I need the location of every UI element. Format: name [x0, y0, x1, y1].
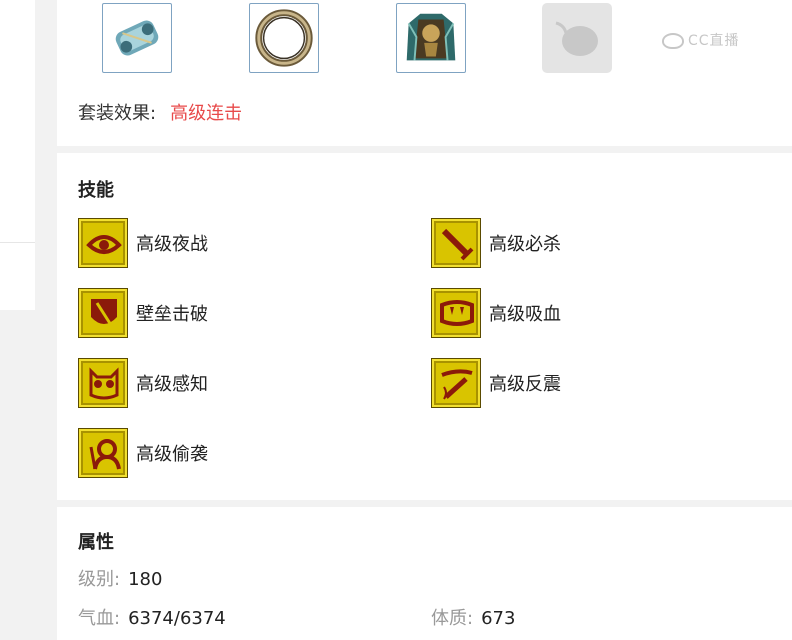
equipment-slot-armor[interactable] [396, 3, 466, 73]
left-panel-divider [0, 242, 35, 243]
skills-card: 技能 高级夜战 高级必杀 壁垒击破 高级吸血 高级感知 高级反震 高级偷袭 [57, 153, 792, 500]
attributes-title: 属性 [78, 532, 114, 553]
skill-item[interactable]: 高级必杀 [431, 218, 561, 268]
equipment-slot-bracer[interactable] [102, 3, 172, 73]
fang-icon [431, 288, 481, 338]
owl-icon [78, 358, 128, 408]
attr-constitution: 体质: 673 [431, 608, 516, 629]
weibo-icon [662, 33, 684, 49]
armor-icon [406, 13, 456, 61]
equipment-slot-empty[interactable] [542, 3, 612, 73]
skill-item[interactable]: 高级夜战 [78, 218, 208, 268]
sword-icon [431, 218, 481, 268]
left-panel [0, 0, 35, 310]
skills-title: 技能 [78, 180, 114, 201]
skill-item[interactable]: 高级感知 [78, 358, 208, 408]
attributes-card: 属性 级别: 180 气血: 6374/6374 体质: 673 [57, 507, 792, 640]
eye-icon [78, 218, 128, 268]
set-effect-value: 高级连击 [170, 103, 243, 124]
ambush-icon [78, 428, 128, 478]
attr-hp: 气血: 6374/6374 [78, 608, 226, 629]
skill-item[interactable]: 高级偷袭 [78, 428, 208, 478]
equipment-card: CC直播 套装效果: 高级连击 [57, 0, 792, 146]
counter-icon [431, 358, 481, 408]
watermark: CC直播 [662, 30, 740, 50]
skill-item[interactable]: 高级反震 [431, 358, 561, 408]
empty-slot-icon [555, 21, 598, 56]
set-effect-label: 套装效果: [78, 103, 157, 124]
attr-level: 级别: 180 [78, 569, 163, 590]
set-effect: 套装效果: 高级连击 [78, 99, 242, 125]
skill-item[interactable]: 壁垒击破 [78, 288, 208, 338]
skill-item[interactable]: 高级吸血 [431, 288, 561, 338]
shield-break-icon [78, 288, 128, 338]
equipment-slot-ring[interactable] [249, 3, 319, 73]
bracer-icon [115, 20, 159, 56]
ring-icon [255, 9, 313, 67]
